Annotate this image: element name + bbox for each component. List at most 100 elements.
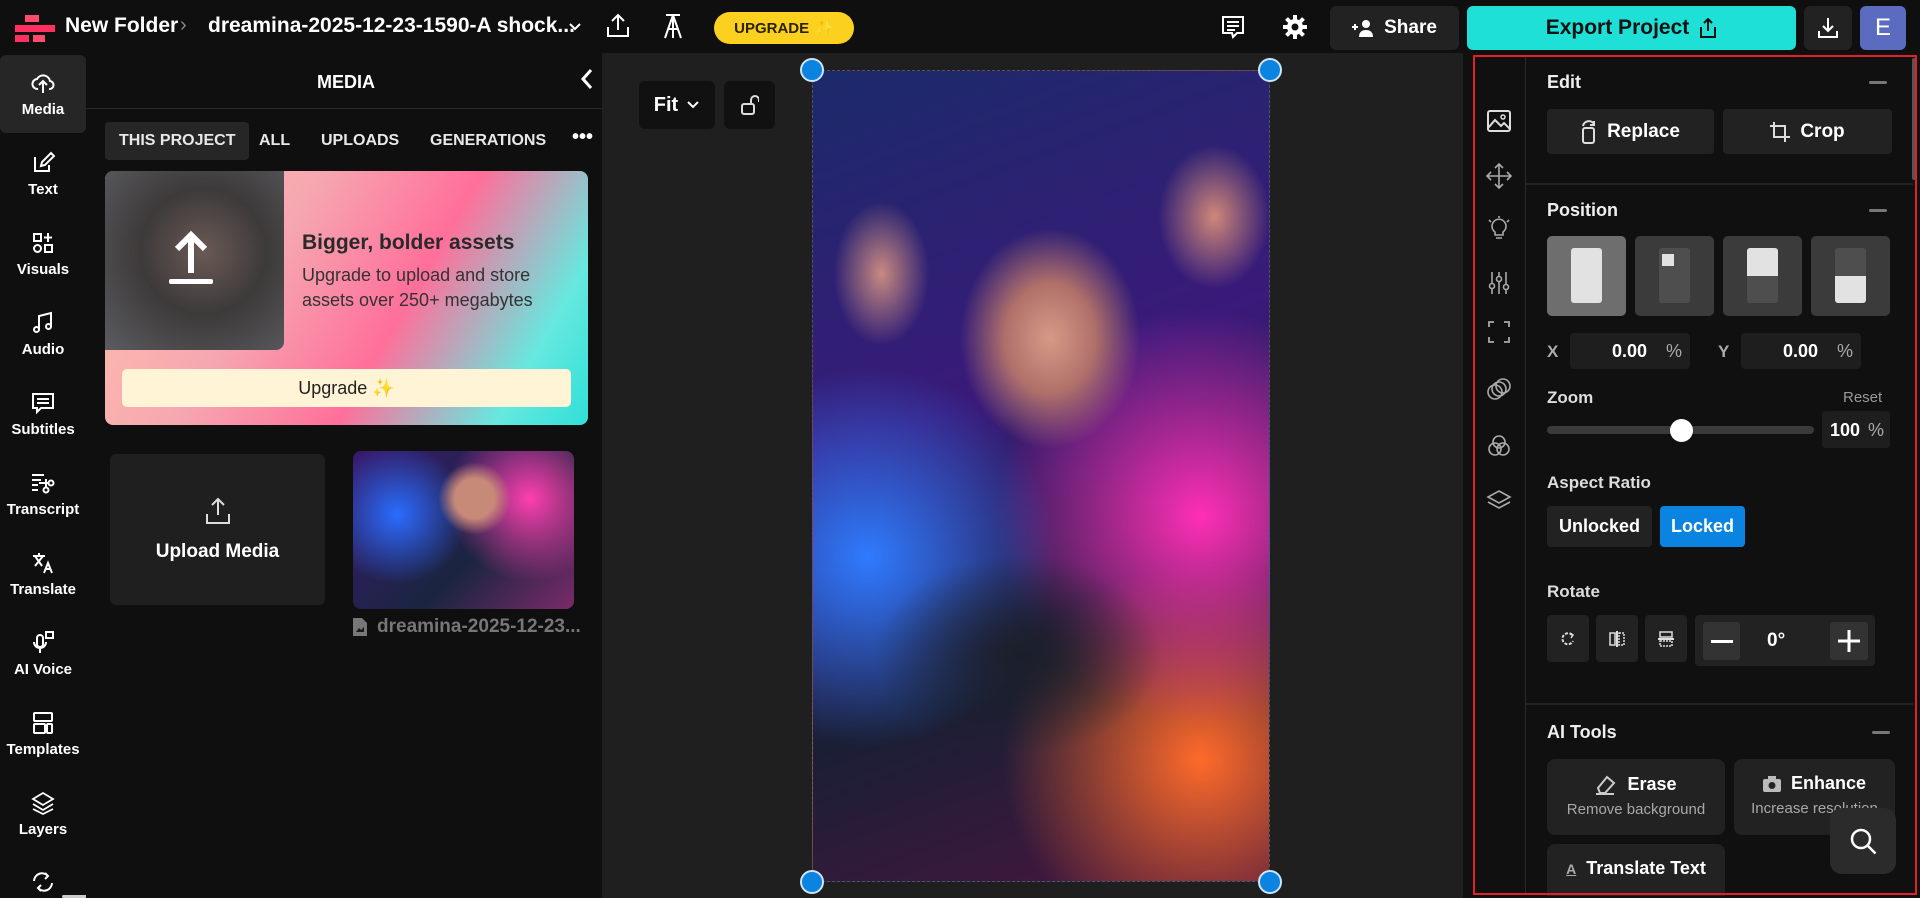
share-label: Share (1384, 17, 1437, 38)
upgrade-button[interactable]: UPGRADE ✨ (714, 12, 854, 44)
media-thumbnail[interactable] (353, 451, 574, 609)
resize-handle-top-left[interactable] (800, 58, 824, 82)
drive-icon[interactable] (662, 13, 684, 39)
rail-item-layers[interactable]: Layers (0, 775, 86, 853)
settings-gear-icon[interactable] (1282, 14, 1308, 40)
canvas-image[interactable] (812, 70, 1270, 882)
top-bar: New Folder › dreamina-2025-12-23-1590-A … (0, 0, 1920, 53)
ai-tools-section-title: AI Tools (1547, 722, 1617, 742)
resize-handle-bottom-left[interactable] (800, 870, 824, 894)
upload-media-button[interactable]: Upload Media (110, 454, 325, 605)
rotate-button[interactable] (1547, 615, 1589, 662)
ai-voice-icon (33, 630, 54, 653)
image-icon[interactable] (1482, 104, 1516, 138)
rotate-increase-button[interactable] (1830, 622, 1868, 660)
flip-horizontal-button[interactable] (1596, 615, 1638, 662)
breadcrumb-folder[interactable]: New Folder (65, 14, 178, 38)
x-position-input[interactable]: 0.00 % (1570, 333, 1690, 369)
layers-icon[interactable] (1482, 483, 1516, 517)
replace-button[interactable]: Replace (1547, 109, 1714, 154)
chevron-down-icon[interactable] (568, 20, 582, 34)
rail-item-text[interactable]: Text (0, 135, 86, 213)
aspect-unlocked-button[interactable]: Unlocked (1547, 506, 1652, 547)
zoom-reset-link[interactable]: Reset (1843, 389, 1882, 406)
aspect-locked-button[interactable]: Locked (1660, 506, 1745, 547)
edit-text-icon (34, 151, 55, 172)
lightbulb-icon[interactable] (1482, 211, 1516, 245)
translate-text-tool-card[interactable]: A Translate Text (1547, 844, 1725, 896)
zoom-value: 100 (1830, 420, 1861, 440)
position-fill-option[interactable] (1547, 236, 1626, 316)
fullscreen-icon[interactable] (1482, 315, 1516, 349)
search-button[interactable] (1830, 808, 1896, 874)
zoom-slider-knob[interactable] (1669, 419, 1693, 442)
project-title[interactable]: dreamina-2025-12-23-1590-A shock... (208, 14, 575, 38)
rail-item-label: Templates (6, 740, 80, 758)
position-section-title: Position (1547, 200, 1618, 220)
media-file-caption: dreamina-2025-12-23... (353, 616, 581, 638)
collapse-edit-icon[interactable] (1869, 81, 1887, 84)
rail-item-media[interactable]: Media (0, 55, 86, 133)
tab-this-project[interactable]: THIS PROJECT (105, 122, 250, 160)
collapse-position-icon[interactable] (1869, 209, 1887, 212)
search-icon (1850, 828, 1877, 855)
export-project-button[interactable]: Export Project (1467, 6, 1796, 50)
app-logo[interactable] (15, 15, 57, 43)
tab-uploads[interactable]: UPLOADS (307, 122, 413, 160)
rail-item-visuals[interactable]: Visuals (0, 215, 86, 293)
x-unit: % (1666, 341, 1683, 361)
tab-generations[interactable]: GENERATIONS (416, 122, 560, 160)
download-button[interactable] (1804, 6, 1852, 50)
position-top-option[interactable] (1723, 236, 1802, 316)
collapse-panel-chevron-icon[interactable] (580, 68, 594, 90)
y-label: Y (1718, 342, 1730, 361)
enhance-label: Enhance (1790, 773, 1867, 793)
upgrade-label: UPGRADE (734, 19, 810, 37)
position-small-option[interactable] (1635, 236, 1714, 316)
replace-icon (1582, 119, 1596, 144)
promo-image (105, 171, 284, 350)
rail-item-label: Transcript (6, 500, 80, 518)
erase-tool-card[interactable]: Erase Remove background (1547, 759, 1725, 835)
rail-item-ai-voice[interactable]: AI Voice (0, 615, 86, 693)
comments-icon[interactable] (1220, 14, 1246, 40)
rail-item-templates[interactable]: Templates (0, 695, 86, 773)
crop-icon (1770, 121, 1791, 142)
rotate-decrease-button[interactable] (1703, 622, 1740, 660)
position-bottom-option[interactable] (1811, 236, 1890, 316)
more-tabs-icon[interactable]: ••• (572, 126, 593, 149)
move-icon[interactable] (1482, 159, 1516, 193)
unlock-icon (740, 95, 759, 115)
tab-all[interactable]: ALL (245, 122, 304, 160)
y-position-input[interactable]: 0.00 % (1741, 333, 1861, 369)
rail-item-translate[interactable]: Translate (0, 535, 86, 613)
rail-item-audio[interactable]: Audio (0, 295, 86, 373)
y-unit: % (1837, 341, 1854, 361)
collapse-ai-tools-icon[interactable] (1872, 731, 1890, 734)
chevron-down-icon (687, 101, 699, 109)
rail-item-label: Media (21, 100, 65, 118)
upload-icon[interactable] (606, 13, 630, 39)
rail-item-label: Audio (21, 340, 65, 358)
fit-dropdown[interactable]: Fit (639, 81, 715, 129)
rail-item-transcript[interactable]: Transcript (0, 455, 86, 533)
adjustments-icon[interactable] (1482, 266, 1516, 300)
zoom-value-input[interactable]: 100 % (1822, 411, 1890, 448)
subtitles-icon (32, 392, 54, 414)
share-button[interactable]: Share (1330, 6, 1459, 50)
promo-upgrade-button[interactable]: Upgrade ✨ (122, 369, 571, 407)
divider (86, 108, 602, 109)
divider (1526, 703, 1913, 705)
color-channels-icon[interactable] (1482, 429, 1516, 463)
more-tools-icon[interactable] (30, 870, 56, 894)
rail-item-subtitles[interactable]: Subtitles (0, 375, 86, 453)
resize-handle-bottom-right[interactable] (1258, 870, 1282, 894)
blend-rings-icon[interactable] (1482, 372, 1516, 406)
panel-scrollbar[interactable] (1912, 58, 1916, 180)
crop-button[interactable]: Crop (1723, 109, 1892, 154)
transcript-icon (32, 473, 55, 493)
resize-handle-top-right[interactable] (1258, 58, 1282, 82)
flip-vertical-button[interactable] (1645, 615, 1687, 662)
lock-toggle-button[interactable] (724, 81, 775, 129)
user-avatar[interactable]: E (1860, 6, 1906, 50)
